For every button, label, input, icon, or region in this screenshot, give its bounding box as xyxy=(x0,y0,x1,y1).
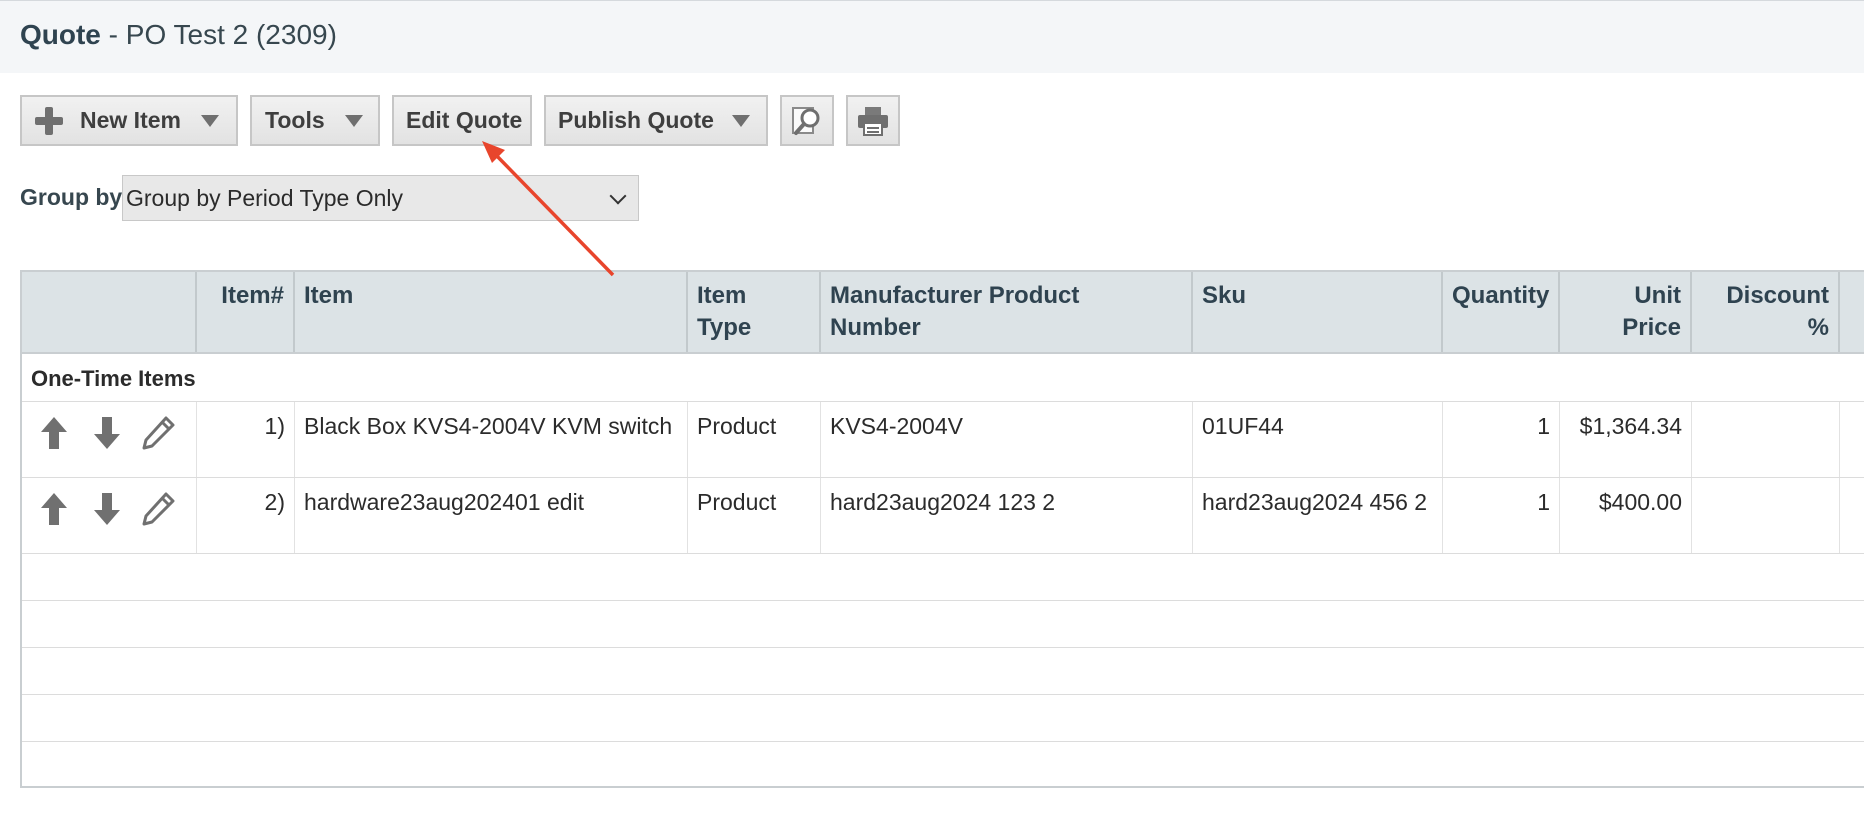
col-mpn-label-1: Manufacturer Product xyxy=(830,282,1080,309)
col-actions xyxy=(22,272,197,352)
empty-row xyxy=(22,695,1864,742)
publish-quote-label: Publish Quote xyxy=(558,107,714,133)
row-unit-price: $1,364.34 xyxy=(1560,402,1692,477)
col-unit-price-label-2: Price xyxy=(1622,314,1681,341)
col-quantity-label: Quantity xyxy=(1452,282,1550,309)
row-discount xyxy=(1692,402,1840,477)
row-actions-cell xyxy=(22,478,197,553)
group-by-label: Group by xyxy=(20,184,123,210)
print-button[interactable] xyxy=(846,95,900,146)
page-title: Quote - PO Test 2 (2309) xyxy=(20,19,337,51)
row-quantity: 1 xyxy=(1443,402,1560,477)
edit-pencil-icon[interactable] xyxy=(140,490,176,528)
col-manufacturer-product-number: Manufacturer Product Number xyxy=(821,272,1193,352)
col-item-label: Item xyxy=(304,282,354,309)
row-unit-price: $400.00 xyxy=(1560,478,1692,553)
row-mpn: hard23aug2024 123 2 xyxy=(821,478,1193,553)
tools-button[interactable]: Tools xyxy=(250,95,380,146)
group-by-selected-value: Group by Period Type Only xyxy=(126,185,403,211)
caret-down-icon xyxy=(731,114,750,127)
quote-items-table: Item# Item Item Type Manufacturer Produc… xyxy=(20,270,1864,788)
group-header-row: One-Time Items xyxy=(22,354,1864,402)
table-row: 2) hardware23aug202401 edit Product hard… xyxy=(22,478,1864,554)
plus-icon xyxy=(35,106,63,135)
preview-search-icon xyxy=(792,106,820,135)
row-item-number: 2) xyxy=(197,478,295,553)
page-title-bold: Quote xyxy=(20,19,101,50)
preview-button[interactable] xyxy=(780,95,834,146)
row-mpn: KVS4-2004V xyxy=(821,402,1193,477)
row-sku: hard23aug2024 456 2 xyxy=(1193,478,1443,553)
col-discount-label-2: % xyxy=(1807,314,1829,341)
row-actions-cell xyxy=(22,402,197,477)
row-item-name: Black Box KVS4-2004V KVM switch xyxy=(295,402,688,477)
row-discount xyxy=(1692,478,1840,553)
col-discount: Discount % xyxy=(1692,272,1840,352)
col-item-type-label-2: Type xyxy=(697,314,752,341)
caret-down-icon xyxy=(200,114,219,127)
col-discount-label-1: Discount xyxy=(1726,282,1829,309)
move-up-icon[interactable] xyxy=(36,414,72,452)
row-item-number: 1) xyxy=(197,402,295,477)
col-item-type: Item Type xyxy=(688,272,821,352)
col-sku: Sku xyxy=(1193,272,1443,352)
col-quantity: Quantity xyxy=(1443,272,1560,352)
group-by-select[interactable]: Group by Period Type Only xyxy=(122,175,639,221)
edit-quote-label: Edit Quote xyxy=(406,107,523,133)
row-quantity: 1 xyxy=(1443,478,1560,553)
edit-quote-button[interactable]: Edit Quote xyxy=(392,95,532,146)
table-header: Item# Item Item Type Manufacturer Produc… xyxy=(22,270,1864,354)
empty-row xyxy=(22,742,1864,789)
chevron-down-icon xyxy=(609,187,627,205)
empty-row xyxy=(22,601,1864,648)
printer-icon xyxy=(858,106,888,136)
group-header-label: One-Time Items xyxy=(31,366,196,391)
row-item-name: hardware23aug202401 edit xyxy=(295,478,688,553)
col-sku-label: Sku xyxy=(1202,282,1247,309)
row-item-type: Product xyxy=(688,402,821,477)
col-item-number: Item# xyxy=(197,272,295,352)
title-bar: Quote - PO Test 2 (2309) xyxy=(0,0,1864,73)
col-unit-price-label-1: Unit xyxy=(1634,282,1681,309)
new-item-button[interactable]: New Item xyxy=(20,95,238,146)
caret-down-icon xyxy=(344,114,363,127)
tools-label: Tools xyxy=(265,107,325,133)
move-up-icon[interactable] xyxy=(36,490,72,528)
col-item-number-label: Item# xyxy=(221,282,284,309)
edit-pencil-icon[interactable] xyxy=(140,414,176,452)
row-item-type: Product xyxy=(688,478,821,553)
publish-quote-button[interactable]: Publish Quote xyxy=(544,95,768,146)
empty-row xyxy=(22,554,1864,601)
move-down-icon[interactable] xyxy=(89,414,125,452)
col-unit-price: Unit Price xyxy=(1560,272,1692,352)
new-item-label: New Item xyxy=(80,107,181,133)
col-item: Item xyxy=(295,272,688,352)
page-title-rest: - PO Test 2 (2309) xyxy=(100,19,337,50)
col-mpn-label-2: Number xyxy=(830,314,921,341)
table-row: 1) Black Box KVS4-2004V KVM switch Produ… xyxy=(22,402,1864,478)
col-item-type-label-1: Item xyxy=(697,282,747,309)
row-sku: 01UF44 xyxy=(1193,402,1443,477)
move-down-icon[interactable] xyxy=(89,490,125,528)
empty-row xyxy=(22,648,1864,695)
